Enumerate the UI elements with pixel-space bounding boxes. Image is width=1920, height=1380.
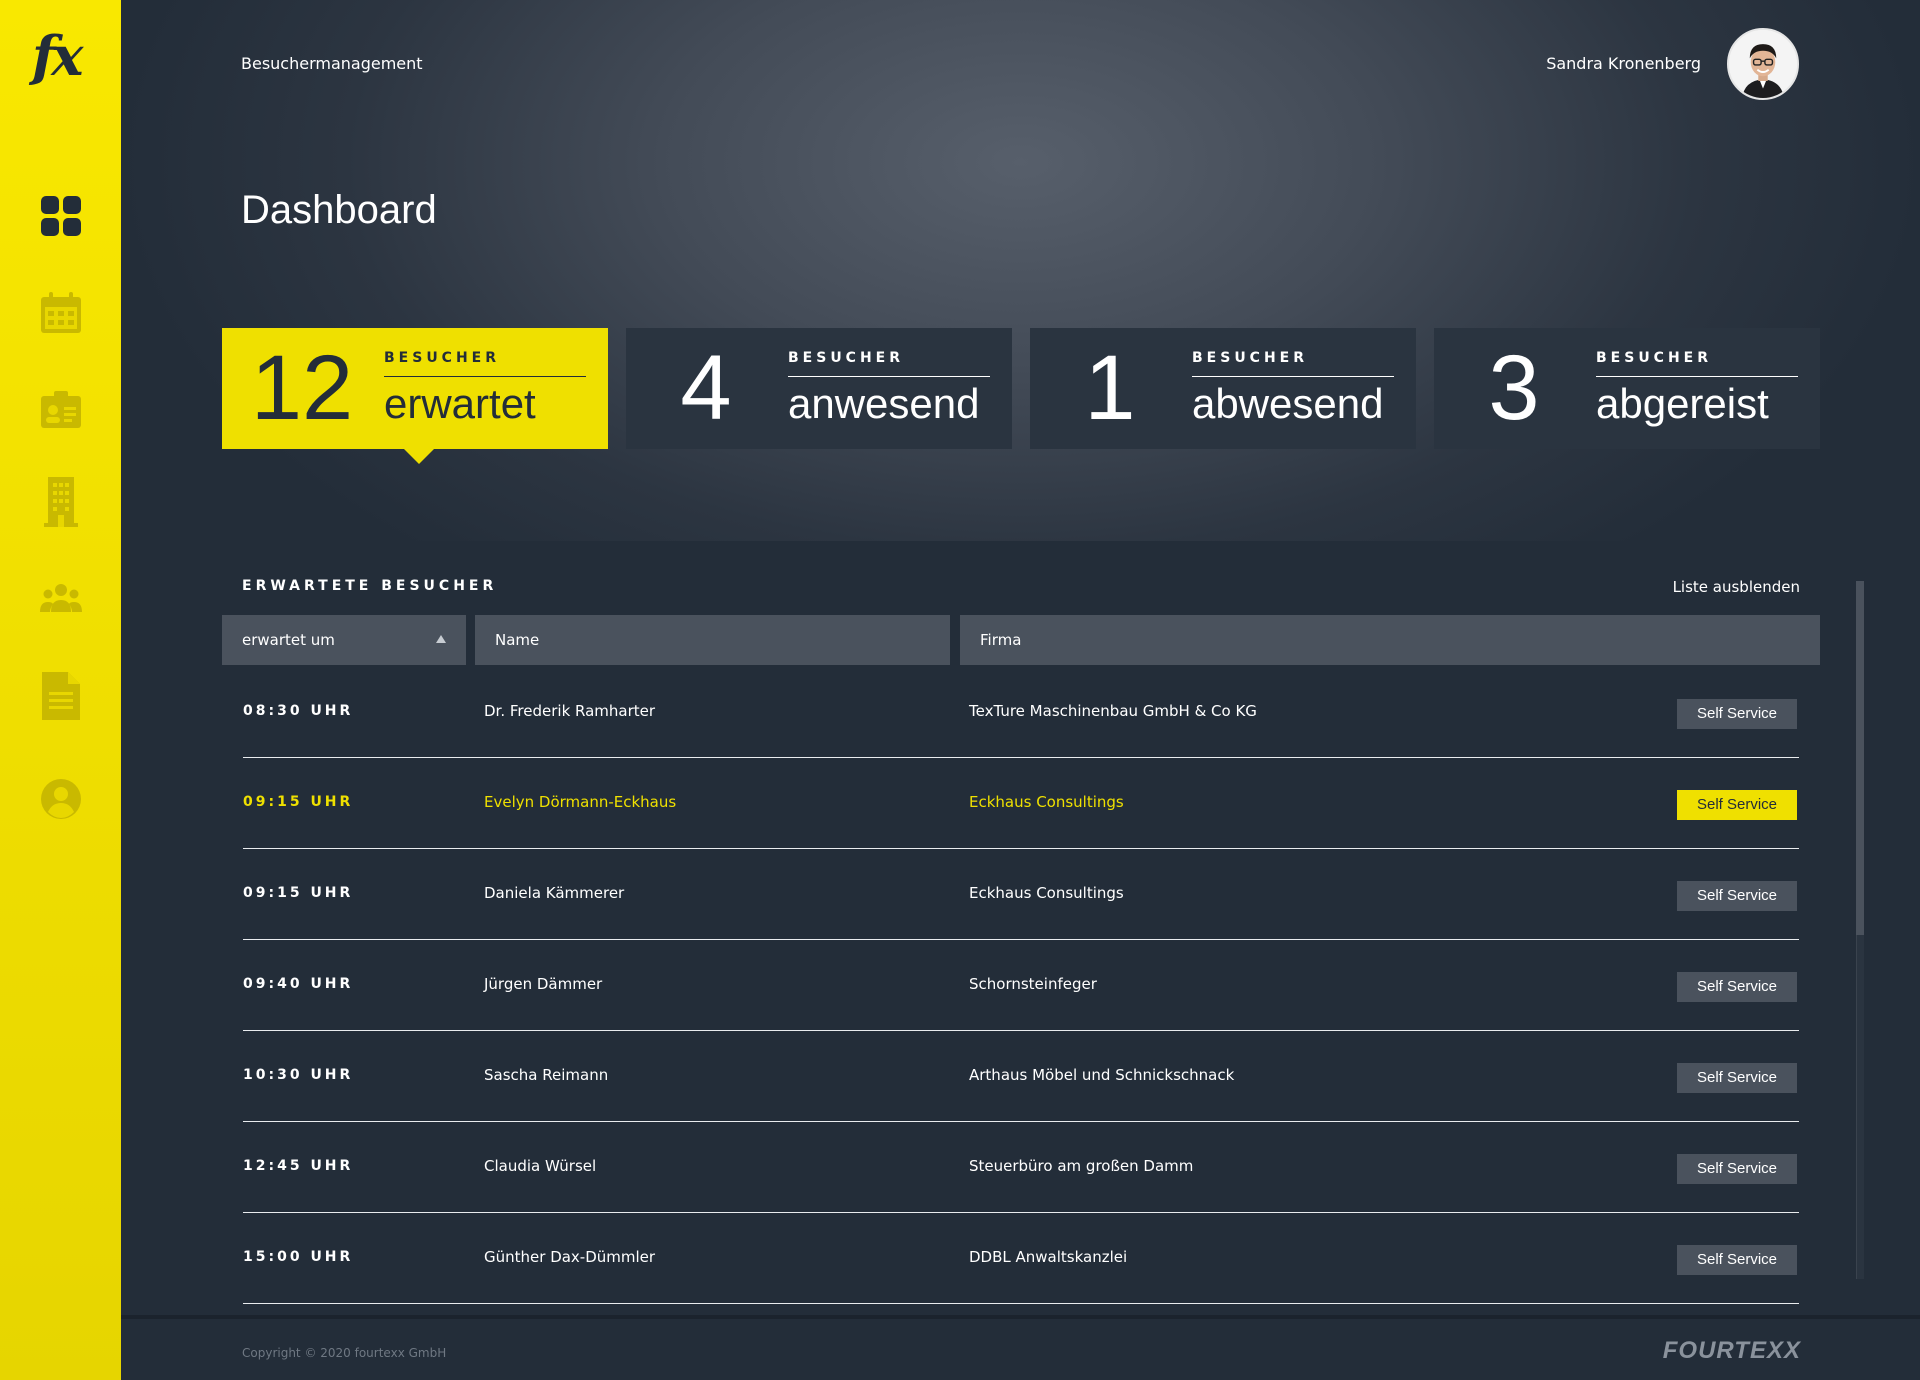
name-cell: Günther Dax-Dümmler: [484, 1248, 656, 1266]
name-cell: Dr. Frederik Ramharter: [484, 702, 656, 720]
time-cell: 09:15 UHR: [243, 885, 354, 901]
table-row[interactable]: 15:00 UHR Günther Dax-Dümmler DDBL Anwal…: [243, 1213, 1799, 1304]
column-header-firm[interactable]: Firma: [960, 615, 1820, 665]
name-cell: Sascha Reimann: [484, 1066, 609, 1084]
firm-cell: Eckhaus Consultings: [969, 884, 1124, 902]
stat-card-absent[interactable]: 1 BESUCHER abwesend: [1030, 328, 1416, 449]
table-row[interactable]: 09:15 UHR Daniela Kämmerer Eckhaus Consu…: [243, 849, 1799, 940]
document-icon[interactable]: [40, 670, 82, 722]
time-cell: 10:30 UHR: [243, 1067, 354, 1083]
stat-label-big: abgereist: [1596, 380, 1769, 427]
user-icon[interactable]: [40, 777, 82, 821]
user-name[interactable]: Sandra Kronenberg: [1401, 54, 1701, 73]
footer: Copyright © 2020 fourtexx GmbH FOURTEXX: [121, 1315, 1920, 1380]
time-cell: 09:15 UHR: [243, 794, 354, 810]
firm-cell: Steuerbüro am großen Damm: [969, 1157, 1194, 1175]
scrollbar-thumb[interactable]: [1856, 581, 1864, 935]
time-cell: 09:40 UHR: [243, 976, 354, 992]
stat-number: 1: [1084, 337, 1136, 439]
stat-number: 12: [250, 337, 354, 439]
stat-label-big: anwesend: [788, 380, 980, 427]
time-cell: 12:45 UHR: [243, 1158, 354, 1174]
firm-cell: DDBL Anwaltskanzlei: [969, 1248, 1128, 1266]
firm-cell: Arthaus Möbel und Schnickschnack: [969, 1066, 1235, 1084]
firm-cell: Schornsteinfeger: [969, 975, 1097, 993]
table-row[interactable]: 09:40 UHR Jürgen Dämmer Schornsteinfeger…: [243, 940, 1799, 1031]
stat-divider: [788, 376, 990, 377]
stat-divider: [384, 376, 586, 377]
self-service-button[interactable]: Self Service: [1677, 1063, 1797, 1093]
sort-ascending-icon[interactable]: [436, 635, 446, 643]
self-service-button[interactable]: Self Service: [1677, 1245, 1797, 1275]
firm-cell: TexTure Maschinenbau GmbH & Co KG: [969, 702, 1257, 720]
page-title: Dashboard: [241, 188, 437, 232]
name-cell: Daniela Kämmerer: [484, 884, 625, 902]
name-cell: Jürgen Dämmer: [484, 975, 603, 993]
stat-label-small: BESUCHER: [1192, 350, 1309, 366]
self-service-button[interactable]: Self Service: [1677, 790, 1797, 820]
app-logo[interactable]: fx: [32, 28, 92, 84]
avatar[interactable]: [1727, 28, 1799, 100]
stat-label-big: abwesend: [1192, 380, 1384, 427]
column-header-label: Firma: [980, 631, 1022, 649]
self-service-button[interactable]: Self Service: [1677, 699, 1797, 729]
stat-label-big: erwartet: [384, 380, 536, 427]
breadcrumb[interactable]: Besuchermanagement: [241, 54, 423, 73]
column-header-time[interactable]: erwartet um: [222, 615, 466, 665]
copyright-text: Copyright © 2020 fourtexx GmbH: [242, 1346, 447, 1360]
self-service-button[interactable]: Self Service: [1677, 972, 1797, 1002]
section-title: ERWARTETE BESUCHER: [242, 578, 498, 594]
sidebar: fx: [0, 0, 121, 1380]
table-row[interactable]: 10:30 UHR Sascha Reimann Arthaus Möbel u…: [243, 1031, 1799, 1122]
dashboard-icon[interactable]: [40, 194, 82, 238]
stat-label-small: BESUCHER: [1596, 350, 1713, 366]
column-header-label: erwartet um: [242, 631, 335, 649]
time-cell: 15:00 UHR: [243, 1249, 354, 1265]
stat-divider: [1596, 376, 1798, 377]
hide-list-link[interactable]: Liste ausblenden: [1560, 578, 1800, 596]
calendar-icon[interactable]: [40, 291, 82, 335]
table-row[interactable]: 09:15 UHR Evelyn Dörmann-Eckhaus Eckhaus…: [243, 758, 1799, 849]
table-row[interactable]: 12:45 UHR Claudia Würsel Steuerbüro am g…: [243, 1122, 1799, 1213]
stat-number: 3: [1488, 337, 1540, 439]
stat-label-small: BESUCHER: [788, 350, 905, 366]
column-header-name[interactable]: Name: [475, 615, 950, 665]
building-icon[interactable]: [40, 475, 82, 529]
stat-label-small: BESUCHER: [384, 350, 501, 366]
hero-section: [121, 0, 1920, 541]
table-row[interactable]: 08:30 UHR Dr. Frederik Ramharter TexTure…: [243, 667, 1799, 758]
stat-divider: [1192, 376, 1394, 377]
id-card-icon[interactable]: [40, 388, 82, 432]
self-service-button[interactable]: Self Service: [1677, 881, 1797, 911]
stat-card-departed[interactable]: 3 BESUCHER abgereist: [1434, 328, 1820, 449]
self-service-button[interactable]: Self Service: [1677, 1154, 1797, 1184]
name-cell: Evelyn Dörmann-Eckhaus: [484, 793, 677, 811]
people-group-icon[interactable]: [40, 578, 82, 622]
name-cell: Claudia Würsel: [484, 1157, 597, 1175]
brand-logo: FOURTEXX: [1662, 1337, 1801, 1364]
stat-card-expected[interactable]: 12 BESUCHER erwartet: [222, 328, 608, 464]
stat-card-present[interactable]: 4 BESUCHER anwesend: [626, 328, 1012, 449]
stat-number: 4: [680, 337, 732, 439]
time-cell: 08:30 UHR: [243, 703, 354, 719]
column-header-label: Name: [495, 631, 540, 649]
firm-cell: Eckhaus Consultings: [969, 793, 1124, 811]
